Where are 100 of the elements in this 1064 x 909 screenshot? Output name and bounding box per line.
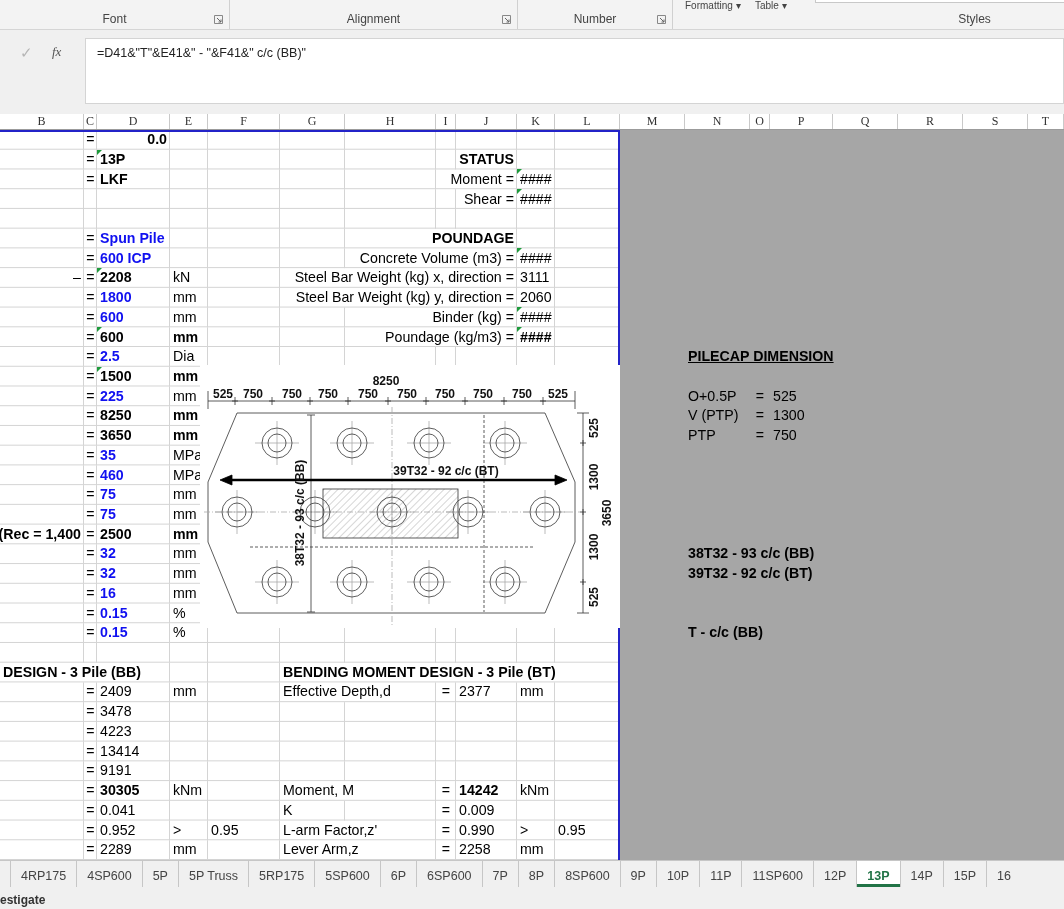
- column-header[interactable]: P: [770, 114, 833, 129]
- dialog-launcher-icon[interactable]: [214, 15, 223, 24]
- column-header[interactable]: T: [1028, 114, 1064, 129]
- sheet-tab[interactable]: 6SP600: [416, 861, 482, 887]
- cell-text: mm: [173, 506, 197, 523]
- column-header[interactable]: G: [280, 114, 345, 129]
- cell-text: =: [86, 348, 95, 366]
- sheet-tab[interactable]: 5RP175: [248, 861, 315, 887]
- cell-text: 0.15: [100, 604, 128, 622]
- rebar-label: 39T32 - 92 c/c (BT): [393, 464, 499, 478]
- cell-text: ####: [520, 190, 552, 208]
- cell-text: 75: [100, 506, 116, 523]
- cell-text: =: [86, 722, 95, 740]
- dialog-launcher-icon[interactable]: [502, 15, 511, 24]
- cell-text: mm: [520, 683, 544, 701]
- column-header[interactable]: N: [685, 114, 750, 129]
- formula-field[interactable]: =D41&"T"&E41&" - "&F41&" c/c (BB)": [85, 38, 1064, 104]
- cell-text: BENDING MOMENT DESIGN - 3 Pile (BT): [283, 663, 556, 681]
- dimension-label: 525: [548, 387, 568, 401]
- ribbon-group-label: Number: [573, 12, 617, 26]
- column-header[interactable]: S: [963, 114, 1028, 129]
- column-header[interactable]: C: [84, 114, 97, 129]
- cell-text: mm: [173, 841, 197, 859]
- cell-text: 2377: [459, 683, 491, 701]
- sheet-tab[interactable]: 13P: [856, 861, 900, 887]
- column-header[interactable]: D: [97, 114, 170, 129]
- dimension-label: 1300: [587, 463, 601, 491]
- sheet-tab[interactable]: 10P: [655, 861, 700, 887]
- cell-text: =: [86, 170, 95, 188]
- sheet-tab[interactable]: 5P Truss: [177, 861, 249, 887]
- cell-text: mm: [173, 407, 199, 425]
- column-header[interactable]: O: [750, 114, 770, 129]
- cell-text: =: [86, 249, 95, 267]
- cell-text: 35: [100, 446, 116, 464]
- dimension-label: 525: [213, 387, 233, 401]
- cell-text: mm: [173, 545, 197, 563]
- sheet-tab[interactable]: 16: [986, 861, 1021, 887]
- cell-text: ####: [520, 328, 552, 346]
- cell-text: 225: [100, 387, 124, 405]
- cell-text: (Rec = 1,400: [0, 525, 81, 543]
- ribbon-command[interactable]: Formatting ▾: [685, 0, 741, 11]
- column-header[interactable]: B: [0, 114, 84, 129]
- cell-text: 9191: [100, 762, 132, 780]
- cell-text: =: [441, 683, 451, 701]
- column-header[interactable]: R: [898, 114, 963, 129]
- sheet-tab[interactable]: 9P: [619, 861, 656, 887]
- cell-text: 4223: [100, 722, 132, 740]
- sheet-tab[interactable]: 8SP600: [554, 861, 620, 887]
- sheet-tab[interactable]: 15P: [942, 861, 986, 887]
- sheet-tab[interactable]: 11P: [699, 861, 742, 887]
- pilecap-plan-drawing[interactable]: [203, 390, 590, 628]
- cell-text: =: [441, 821, 451, 839]
- cell-text: mm: [173, 368, 199, 385]
- column-header[interactable]: M: [620, 114, 685, 129]
- cell-text: 2.5: [100, 348, 120, 366]
- sheet-tab[interactable]: 4RP175: [10, 861, 77, 887]
- column-header[interactable]: J: [456, 114, 517, 129]
- cell-text: mm: [173, 584, 197, 602]
- ribbon-command[interactable]: Table ▾: [755, 0, 787, 11]
- column-header[interactable]: I: [436, 114, 456, 129]
- column-header[interactable]: Q: [833, 114, 898, 129]
- cell-text: Poundage (kg/m3) =: [385, 328, 514, 346]
- dimension-label: 750: [435, 387, 455, 401]
- sheet-tab[interactable]: 4SP600: [76, 861, 142, 887]
- sheet-tab[interactable]: 8P: [517, 861, 555, 887]
- sheet-tab[interactable]: 5SP600: [314, 861, 380, 887]
- cell-text: =: [86, 466, 95, 484]
- dialog-launcher-icon[interactable]: [657, 15, 666, 24]
- sheet-tab[interactable]: 6P: [379, 861, 417, 887]
- sheet-tab[interactable]: 11SP600: [741, 861, 813, 887]
- insert-function-button[interactable]: fx: [52, 42, 62, 62]
- column-header[interactable]: E: [170, 114, 208, 129]
- cell-text: 600: [100, 308, 124, 326]
- cell-text: Effective Depth,d: [283, 683, 391, 701]
- cell-text: mm: [173, 289, 197, 307]
- cell-text: 0.041: [100, 801, 136, 819]
- cell-text: mm: [173, 683, 197, 701]
- column-header[interactable]: K: [517, 114, 555, 129]
- column-header[interactable]: F: [208, 114, 280, 129]
- cell-text: =: [86, 565, 95, 583]
- cell-text: =: [86, 545, 95, 563]
- cell-text: =: [86, 742, 95, 760]
- cell-text: =: [86, 703, 95, 721]
- cell-text: 0.990: [459, 821, 495, 839]
- cell-text: %: [173, 624, 186, 642]
- sheet-tab[interactable]: 7P: [481, 861, 518, 887]
- cell-text: 0.952: [100, 821, 136, 839]
- sheet-tab[interactable]: 5P: [141, 861, 178, 887]
- cell-text: >: [520, 821, 529, 839]
- cell-text: 32: [100, 565, 116, 583]
- cell-text: LKF: [100, 170, 128, 188]
- column-header[interactable]: H: [345, 114, 436, 129]
- sheet-tab[interactable]: 14P: [899, 861, 943, 887]
- column-header[interactable]: L: [555, 114, 620, 129]
- cell-text: =: [86, 407, 95, 425]
- cell-text: 1300: [773, 407, 805, 425]
- cell-text: %: [173, 604, 186, 622]
- cell-text: mm: [173, 427, 199, 445]
- cell-text: Dia: [173, 348, 195, 366]
- cell-text: Moment =: [450, 170, 514, 188]
